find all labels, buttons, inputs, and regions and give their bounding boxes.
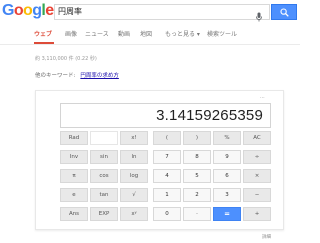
function-key[interactable]: + xyxy=(243,207,271,221)
tab-item[interactable]: ウェブ xyxy=(34,31,52,39)
digit-key[interactable]: 6 xyxy=(213,169,241,183)
digit-key[interactable]: · xyxy=(183,207,211,221)
search-icon xyxy=(280,8,289,17)
function-key[interactable]: e xyxy=(60,188,88,202)
logo-letter: G xyxy=(2,2,14,19)
feedback-link[interactable]: 詳細 xyxy=(262,234,271,240)
tab-item[interactable]: 画像 xyxy=(65,31,77,39)
function-key[interactable]: Ans xyxy=(60,207,88,221)
function-key[interactable]: sin xyxy=(90,150,118,164)
header: Google xyxy=(0,0,300,23)
function-key[interactable]: Rad xyxy=(60,131,88,145)
related-link[interactable]: 円周率の求め方 xyxy=(80,73,119,79)
equals-key[interactable]: = xyxy=(213,207,241,221)
function-key[interactable]: ( xyxy=(153,131,181,145)
function-key[interactable]: AC xyxy=(243,131,271,145)
function-key[interactable]: √ xyxy=(120,188,148,202)
logo-letter: o xyxy=(23,2,33,19)
related-searches: 他のキーワード: 円周率の求め方 xyxy=(35,71,119,79)
digit-key[interactable]: 0 xyxy=(153,207,181,221)
function-key[interactable]: × xyxy=(243,169,271,183)
tab-item[interactable]: 地図 xyxy=(140,31,152,39)
calculator-display-value: 3.14159265359 xyxy=(156,107,263,124)
history-icon[interactable]: ⋯ xyxy=(260,95,265,101)
digit-key[interactable]: 4 xyxy=(153,169,181,183)
function-key[interactable]: tan xyxy=(90,188,118,202)
tab-item[interactable]: 検索ツール xyxy=(207,31,237,39)
digit-key[interactable]: 7 xyxy=(153,150,181,164)
logo-letter: e xyxy=(45,2,54,19)
function-key[interactable]: ÷ xyxy=(243,150,271,164)
google-logo[interactable]: Google xyxy=(2,2,54,20)
logo-letter: g xyxy=(32,2,42,19)
microphone-icon[interactable] xyxy=(255,7,263,22)
calculator-display: 3.14159265359 xyxy=(60,103,271,128)
function-key[interactable]: xʸ xyxy=(120,207,148,221)
function-key[interactable]: EXP xyxy=(90,207,118,221)
digit-key[interactable]: 5 xyxy=(183,169,211,183)
function-key[interactable]: cos xyxy=(90,169,118,183)
search-input[interactable] xyxy=(58,6,228,18)
function-key[interactable]: % xyxy=(213,131,241,145)
function-key xyxy=(90,131,118,145)
calculator-keypad: Rad x! ()% AC Inv sin ln 7 8 9 ÷ π cos log 4 5 6 × e tan √ 1 2… xyxy=(60,131,271,225)
tab-item[interactable]: ニュース xyxy=(85,31,109,39)
digit-key[interactable]: 3 xyxy=(213,188,241,202)
search-button[interactable] xyxy=(271,4,297,20)
digit-key[interactable]: 8 xyxy=(183,150,211,164)
tab-item[interactable]: もっと見る ▾ xyxy=(165,31,200,39)
function-key[interactable]: x! xyxy=(120,131,148,145)
function-key[interactable]: − xyxy=(243,188,271,202)
digit-key[interactable]: 1 xyxy=(153,188,181,202)
active-tab-indicator xyxy=(34,42,54,44)
search-box[interactable] xyxy=(54,4,270,22)
logo-letter: o xyxy=(13,2,24,19)
digit-key[interactable]: 9 xyxy=(213,150,241,164)
function-key[interactable]: π xyxy=(60,169,88,183)
digit-key[interactable]: 2 xyxy=(183,188,211,202)
function-key[interactable]: log xyxy=(120,169,148,183)
related-label: 他のキーワード: xyxy=(35,73,76,79)
function-key[interactable]: ln xyxy=(120,150,148,164)
function-key[interactable]: ) xyxy=(183,131,211,145)
result-stats: 約 3,110,000 件 (0.22 秒) xyxy=(35,56,97,62)
tab-item[interactable]: 動画 xyxy=(118,31,130,39)
function-key[interactable]: Inv xyxy=(60,150,88,164)
